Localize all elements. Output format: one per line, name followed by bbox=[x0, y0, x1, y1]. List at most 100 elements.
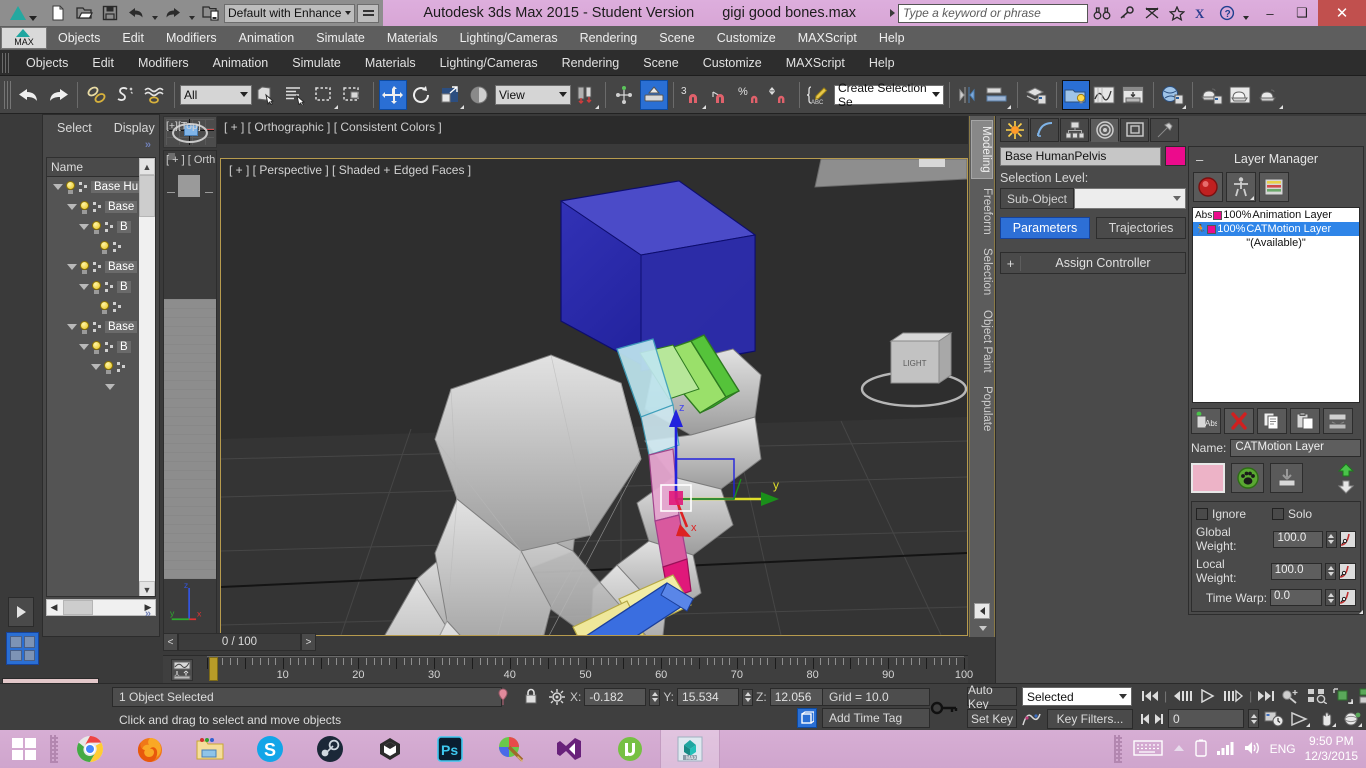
key-mode-select[interactable]: Selected bbox=[1022, 687, 1132, 706]
network-icon[interactable] bbox=[1216, 740, 1234, 759]
current-frame-display[interactable]: 0 / 100 bbox=[178, 633, 301, 651]
set-project-folder-icon[interactable] bbox=[198, 2, 222, 24]
y-spinner[interactable] bbox=[742, 688, 754, 706]
scene-explorer-tab-select[interactable]: Select bbox=[57, 121, 92, 135]
maximize-button[interactable]: ❑ bbox=[1286, 0, 1318, 26]
light-bulb-icon[interactable] bbox=[91, 280, 102, 294]
viewport-perspective-label[interactable]: [ + ] [ Perspective ] [ Shaded + Edged F… bbox=[229, 163, 471, 177]
current-frame-input[interactable]: 0 bbox=[1168, 709, 1244, 728]
scene-explorer-tab-display[interactable]: Display bbox=[114, 121, 155, 135]
track-bar[interactable]: 10 20 30 40 50 60 70 80 90 100 bbox=[163, 655, 973, 684]
create-tab[interactable] bbox=[1000, 118, 1029, 142]
orbit-icon[interactable] bbox=[1341, 710, 1363, 728]
pan-icon[interactable] bbox=[1315, 710, 1337, 728]
expand-arrow-icon[interactable] bbox=[67, 204, 77, 210]
star-icon[interactable] bbox=[1166, 3, 1188, 23]
utilities-tab[interactable] bbox=[1150, 118, 1179, 142]
scene-explorer-bottom-chevron[interactable]: » bbox=[145, 608, 151, 620]
light-bulb-icon[interactable] bbox=[79, 260, 90, 274]
redo-dropdown-icon[interactable] bbox=[187, 2, 196, 24]
select-object-button[interactable] bbox=[253, 80, 281, 110]
rectangular-selection-region-button[interactable] bbox=[311, 80, 339, 110]
add-time-tag-button[interactable]: Add Time Tag bbox=[822, 708, 930, 728]
layer-name-input[interactable]: CATMotion Layer bbox=[1230, 439, 1361, 457]
record-icon[interactable] bbox=[1193, 172, 1223, 202]
arrow-up-icon[interactable] bbox=[1331, 462, 1361, 477]
scrollbar-thumb[interactable] bbox=[139, 175, 155, 217]
biped-icon[interactable] bbox=[1226, 172, 1256, 202]
ribbon-collapse-button[interactable] bbox=[974, 603, 990, 619]
max-menu-button[interactable]: MAX bbox=[1, 27, 47, 49]
scene-explorer-vertical-scrollbar[interactable]: ▲ ▼ bbox=[139, 158, 155, 596]
sub-object-select[interactable] bbox=[1074, 188, 1186, 209]
expand-arrow-icon[interactable] bbox=[890, 9, 895, 17]
display-tab[interactable] bbox=[1120, 118, 1149, 142]
named-selection-set-input[interactable]: Create Selection Se bbox=[834, 81, 944, 109]
edit-named-selection-sets-button[interactable]: ABC bbox=[805, 80, 833, 110]
ribbon-tab-freeform[interactable]: Freeform bbox=[971, 183, 993, 240]
collapse-icon[interactable] bbox=[1323, 408, 1353, 434]
toggle-scene-explorer-button[interactable] bbox=[1062, 79, 1090, 110]
expand-arrow-icon[interactable] bbox=[79, 344, 89, 350]
layer-list[interactable]: Abs 100% Animation Layer 🏃 100% CATMotio… bbox=[1192, 207, 1360, 403]
copy-icon[interactable] bbox=[1257, 408, 1287, 434]
select-and-rotate-button[interactable] bbox=[408, 80, 436, 110]
schematic-view-button[interactable] bbox=[1120, 80, 1148, 110]
global-weight-input[interactable]: 100.0 bbox=[1273, 530, 1324, 548]
taskbar-app-photoshop[interactable]: Ps bbox=[420, 730, 480, 768]
undo-button[interactable] bbox=[15, 80, 43, 110]
expand-arrow-icon[interactable] bbox=[67, 264, 77, 270]
menu-objects[interactable]: Objects bbox=[47, 26, 111, 50]
local-weight-curve-icon[interactable] bbox=[1339, 562, 1356, 580]
local-weight-input[interactable]: 100.0 bbox=[1270, 562, 1323, 580]
global-weight-spinner[interactable] bbox=[1326, 530, 1337, 548]
coordinate-icon[interactable] bbox=[547, 688, 567, 706]
expand-arrow-icon[interactable] bbox=[53, 184, 63, 190]
time-slider[interactable]: < 0 / 100 > bbox=[163, 633, 316, 651]
toolbar-grip-handle[interactable] bbox=[4, 80, 11, 109]
redo-button[interactable] bbox=[44, 80, 72, 110]
taskbar-app-chrome[interactable] bbox=[60, 730, 120, 768]
ribbon-dropdown-icon[interactable] bbox=[979, 626, 987, 631]
material-editor-button[interactable] bbox=[1159, 80, 1187, 110]
app-logo-button[interactable] bbox=[0, 0, 42, 26]
key-icon[interactable] bbox=[1116, 3, 1138, 23]
field-of-view-icon[interactable] bbox=[1289, 710, 1311, 728]
spinner-snap-toggle-button[interactable] bbox=[766, 80, 794, 110]
bind-to-space-warp-button[interactable] bbox=[141, 80, 169, 110]
light-bulb-icon[interactable] bbox=[91, 340, 102, 354]
next-frame-button[interactable]: > bbox=[301, 633, 316, 651]
menu-lighting-cameras[interactable]: Lighting/Cameras bbox=[449, 26, 569, 50]
light-bulb-icon[interactable] bbox=[65, 180, 76, 194]
taskbar-app-firefox[interactable] bbox=[120, 730, 180, 768]
y-input[interactable]: 15.534 bbox=[677, 688, 740, 706]
minimize-button[interactable]: – bbox=[1254, 0, 1286, 26]
language-indicator[interactable]: ENG bbox=[1270, 742, 1296, 756]
window-crossing-button[interactable] bbox=[340, 80, 368, 110]
menu2-customize[interactable]: Customize bbox=[691, 50, 774, 76]
time-configuration-icon[interactable] bbox=[1263, 710, 1285, 728]
redo-icon[interactable] bbox=[161, 2, 185, 24]
taskbar-app-steam[interactable] bbox=[300, 730, 360, 768]
next-frame-button[interactable] bbox=[1223, 687, 1245, 705]
save-icon[interactable] bbox=[1270, 463, 1303, 493]
track-bar-ruler[interactable]: 10 20 30 40 50 60 70 80 90 100 bbox=[207, 656, 973, 684]
start-button[interactable] bbox=[0, 730, 48, 768]
auto-key-button[interactable]: Auto Key bbox=[967, 683, 1017, 711]
object-color-swatch[interactable] bbox=[1165, 146, 1186, 166]
select-and-manipulate-button[interactable] bbox=[640, 79, 668, 110]
menu2-help[interactable]: Help bbox=[857, 50, 907, 76]
search-input[interactable]: Type a keyword or phrase bbox=[898, 3, 1088, 23]
menu-animation[interactable]: Animation bbox=[228, 26, 306, 50]
isolate-selection-button[interactable] bbox=[797, 708, 817, 728]
modify-tab[interactable] bbox=[1030, 118, 1059, 142]
ribbon-tab-modeling[interactable]: Modeling bbox=[971, 120, 993, 179]
layer-list-icon[interactable] bbox=[1259, 172, 1289, 202]
solo-checkbox[interactable] bbox=[1272, 508, 1285, 520]
hierarchy-tab[interactable] bbox=[1060, 118, 1089, 142]
light-bulb-icon[interactable] bbox=[79, 200, 90, 214]
parameters-button[interactable]: Parameters bbox=[1000, 217, 1090, 239]
expand-arrow-icon[interactable] bbox=[91, 364, 101, 370]
snaps-toggle-button[interactable]: 3 bbox=[679, 80, 707, 110]
trajectories-button[interactable]: Trajectories bbox=[1096, 217, 1186, 239]
